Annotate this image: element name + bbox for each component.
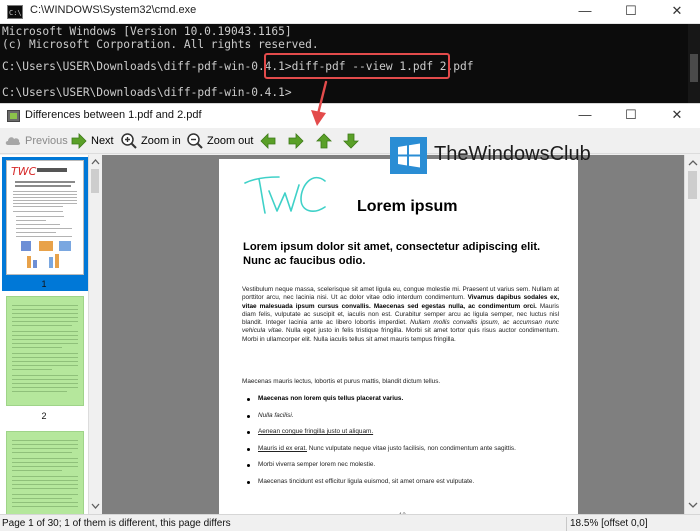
cmd-line: C:\Users\USER\Downloads\diff-pdf-win-0.4… bbox=[2, 86, 292, 99]
next-label: Next bbox=[91, 135, 114, 147]
zoom-out-label: Zoom out bbox=[207, 135, 254, 147]
arrow-right-icon bbox=[71, 133, 87, 149]
scroll-up-icon[interactable] bbox=[89, 156, 102, 168]
thumbnail-number-2: 2 bbox=[41, 411, 47, 421]
list-item: Aenean congue fringilla justo ut aliquam… bbox=[242, 428, 559, 436]
list-item: Maecenas tincidunt est efficitur ligula … bbox=[242, 478, 559, 486]
document-canvas[interactable]: Lorem ipsum Lorem ipsum dolor sit amet, … bbox=[102, 155, 684, 514]
watermark-text: TheWindowsClub bbox=[434, 143, 591, 165]
list-item: Maecenas non lorem quis tellus placerat … bbox=[242, 395, 559, 403]
red-arrow-icon bbox=[311, 80, 328, 126]
thumbnail-page-1[interactable]: TWC bbox=[6, 160, 84, 275]
thumbnail-scrollbar-thumb[interactable] bbox=[91, 169, 99, 193]
move-down-button[interactable] bbox=[342, 131, 360, 151]
scroll-down-icon[interactable] bbox=[685, 498, 700, 512]
thumbnail-scrollbar[interactable] bbox=[88, 155, 101, 514]
cmd-titlebar[interactable]: C:\ C:\WINDOWS\System32\cmd.exe — ☐ ✕ bbox=[0, 0, 700, 24]
diff-pdf-window: Differences between 1.pdf and 2.pdf — ☐ … bbox=[0, 103, 700, 531]
arrow-left-icon bbox=[260, 133, 276, 149]
cmd-window: C:\ C:\WINDOWS\System32\cmd.exe — ☐ ✕ Mi… bbox=[0, 0, 700, 103]
document-scrollbar-thumb[interactable] bbox=[688, 171, 697, 199]
pdf-page: Lorem ipsum Lorem ipsum dolor sit amet, … bbox=[219, 159, 578, 514]
cmd-line: (c) Microsoft Corporation. All rights re… bbox=[2, 38, 319, 51]
bullet-list: Maecenas non lorem quis tellus placerat … bbox=[242, 395, 559, 495]
page-subheading: Lorem ipsum dolor sit amet, consectetur … bbox=[243, 241, 541, 267]
move-right-button[interactable] bbox=[287, 131, 305, 151]
diff-window-title: Differences between 1.pdf and 2.pdf bbox=[25, 109, 202, 121]
thumbnail-page-1-preview: TWC bbox=[11, 165, 77, 268]
status-divider bbox=[566, 517, 567, 531]
thumbnail-page-3-preview bbox=[12, 440, 78, 507]
cmd-maximize-button[interactable]: ☐ bbox=[608, 0, 654, 24]
paragraph-1-text: Nulla eget justo in felis tristique frin… bbox=[242, 327, 559, 343]
zoom-in-icon bbox=[121, 133, 137, 149]
status-zoom-info: 18.5% [offset 0,0] bbox=[570, 518, 648, 529]
paragraph-2: Maecenas mauris lectus, lobortis et puru… bbox=[242, 378, 441, 385]
toolbar: Previous Next Zoom in Zoom out bbox=[0, 128, 700, 154]
zoom-in-label: Zoom in bbox=[141, 135, 181, 147]
scroll-down-icon[interactable] bbox=[89, 500, 102, 512]
zoom-out-button[interactable]: Zoom out bbox=[186, 131, 253, 151]
handwritten-annotation bbox=[244, 176, 326, 214]
move-left-button[interactable] bbox=[259, 131, 277, 151]
zoom-in-button[interactable]: Zoom in bbox=[120, 131, 181, 151]
arrow-up-icon bbox=[316, 133, 332, 149]
status-bar: Page 1 of 30; 1 of them is different, th… bbox=[0, 514, 700, 531]
document-scrollbar[interactable] bbox=[684, 155, 700, 514]
previous-label: Previous bbox=[25, 135, 68, 147]
diff-close-button[interactable]: ✕ bbox=[654, 104, 700, 128]
cmd-scrollbar-thumb[interactable] bbox=[690, 54, 698, 82]
cloud-left-icon bbox=[5, 137, 21, 145]
status-page-info: Page 1 of 30; 1 of them is different, th… bbox=[2, 518, 231, 529]
svg-text:TWC: TWC bbox=[11, 165, 37, 178]
cmd-minimize-button[interactable]: — bbox=[562, 0, 608, 24]
previous-button[interactable]: Previous bbox=[4, 131, 68, 151]
list-item: Nulla facilisi. bbox=[242, 412, 559, 420]
diff-maximize-button[interactable]: ☐ bbox=[608, 104, 654, 128]
list-item-text: Nunc vulputate neque vitae justo facilis… bbox=[307, 444, 516, 452]
thumbnail-number-1: 1 bbox=[41, 279, 47, 289]
cmd-app-icon: C:\ bbox=[7, 5, 23, 19]
list-item: Morbi viverra semper lorem nec molestie. bbox=[242, 461, 559, 469]
scroll-up-icon[interactable] bbox=[685, 156, 700, 170]
diff-app-icon bbox=[7, 110, 20, 122]
cmd-window-title: C:\WINDOWS\System32\cmd.exe bbox=[30, 4, 197, 16]
windows-logo-icon bbox=[390, 137, 427, 174]
diff-titlebar[interactable]: Differences between 1.pdf and 2.pdf — ☐ … bbox=[0, 104, 700, 128]
page-heading: Lorem ipsum bbox=[357, 198, 458, 215]
thumbnail-pane[interactable]: TWC 1 2 bbox=[0, 155, 101, 514]
cmd-scrollbar[interactable] bbox=[688, 24, 700, 103]
arrow-down-icon bbox=[343, 133, 359, 149]
cmd-line: Microsoft Windows [Version 10.0.19043.11… bbox=[2, 25, 292, 38]
arrow-right-icon bbox=[288, 133, 304, 149]
thumbnail-page-2[interactable] bbox=[6, 296, 84, 406]
diff-minimize-button[interactable]: — bbox=[562, 104, 608, 128]
next-button[interactable]: Next bbox=[70, 131, 114, 151]
command-highlight-box bbox=[264, 53, 450, 79]
watermark: TheWindowsClub bbox=[390, 137, 591, 177]
thumbnail-page-3[interactable] bbox=[6, 431, 84, 514]
list-item-link: Mauris id ex erat. bbox=[258, 444, 308, 452]
zoom-out-icon bbox=[187, 133, 203, 149]
move-up-button[interactable] bbox=[315, 131, 333, 151]
cmd-close-button[interactable]: ✕ bbox=[654, 0, 700, 24]
list-item: Mauris id ex erat. Nunc vulputate neque … bbox=[242, 445, 559, 453]
paragraph-1: Vestibulum neque massa, scelerisque sit … bbox=[242, 286, 559, 344]
thumbnail-page-2-preview bbox=[12, 305, 78, 392]
